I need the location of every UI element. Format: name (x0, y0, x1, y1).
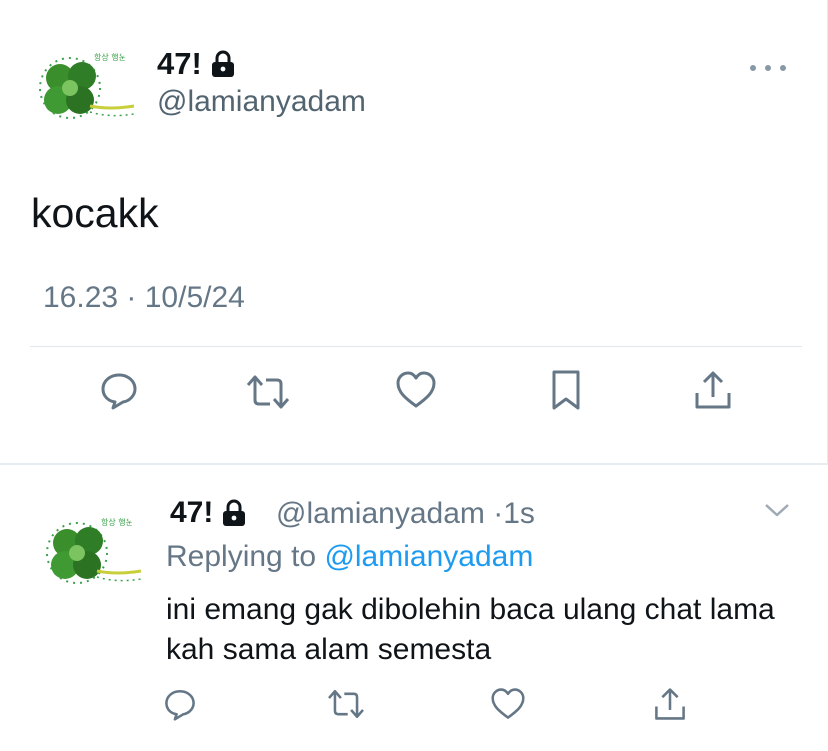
timestamp[interactable]: 16.23 · 10/5/24 (43, 281, 245, 315)
avatar-text: 항상 행운이 가득하시길 (94, 52, 140, 62)
replying-handle-link[interactable]: @lamianyadam (324, 540, 533, 573)
like-button[interactable] (486, 682, 530, 726)
retweet-button[interactable] (246, 370, 290, 414)
tweet-text: ini emang gak dibolehin baca ulang chat … (166, 593, 775, 666)
handle-time[interactable]: @lamianyadam ·1s (276, 497, 535, 531)
like-button[interactable] (394, 368, 438, 412)
retweet-icon (246, 375, 290, 409)
more-dot (750, 65, 756, 71)
display-name: 47! (157, 46, 202, 81)
display-name: 47! (170, 496, 214, 529)
bookmark-button[interactable] (544, 368, 588, 412)
divider (30, 346, 802, 347)
avatar[interactable]: 항상 행운이 가득하시길 (30, 40, 140, 150)
lock-icon (210, 50, 236, 78)
heart-icon (491, 688, 525, 719)
more-dot (765, 65, 771, 71)
replying-to: Replying to @lamianyadam (166, 540, 533, 574)
display-name-row[interactable]: 47! (170, 496, 247, 530)
share-button[interactable] (648, 682, 692, 726)
share-icon (655, 688, 685, 720)
clover-avatar-image: 항상 행운이 가득하시길 (37, 505, 147, 615)
chevron-down-icon[interactable] (764, 502, 790, 523)
reply-icon (101, 373, 137, 410)
clover-avatar-image: 항상 행운이 가득하시길 (30, 40, 140, 150)
tweet-text: kocakk (31, 190, 159, 236)
lock-icon (221, 499, 247, 527)
share-icon (695, 371, 731, 409)
reply-icon (165, 689, 195, 721)
retweet-button[interactable] (324, 682, 368, 726)
more-dot (780, 65, 786, 71)
main-tweet: 항상 행운이 가득하시길 47! @lamianyadam kocakk 16.… (0, 0, 828, 463)
reply-button[interactable] (158, 682, 202, 726)
avatar-text: 항상 행운이 가득하시길 (101, 517, 147, 527)
heart-icon (396, 371, 436, 408)
reply-button[interactable] (97, 368, 141, 412)
retweet-icon (328, 689, 364, 719)
tweet-separator (0, 463, 828, 465)
display-name-row[interactable]: 47! (157, 46, 236, 82)
replying-prefix: Replying to (166, 540, 317, 573)
handle[interactable]: @lamianyadam (157, 85, 366, 119)
more-dots-icon[interactable] (750, 60, 786, 76)
avatar[interactable]: 항상 행운이 가득하시길 (37, 505, 147, 615)
share-button[interactable] (691, 368, 735, 412)
bookmark-icon (552, 370, 580, 410)
